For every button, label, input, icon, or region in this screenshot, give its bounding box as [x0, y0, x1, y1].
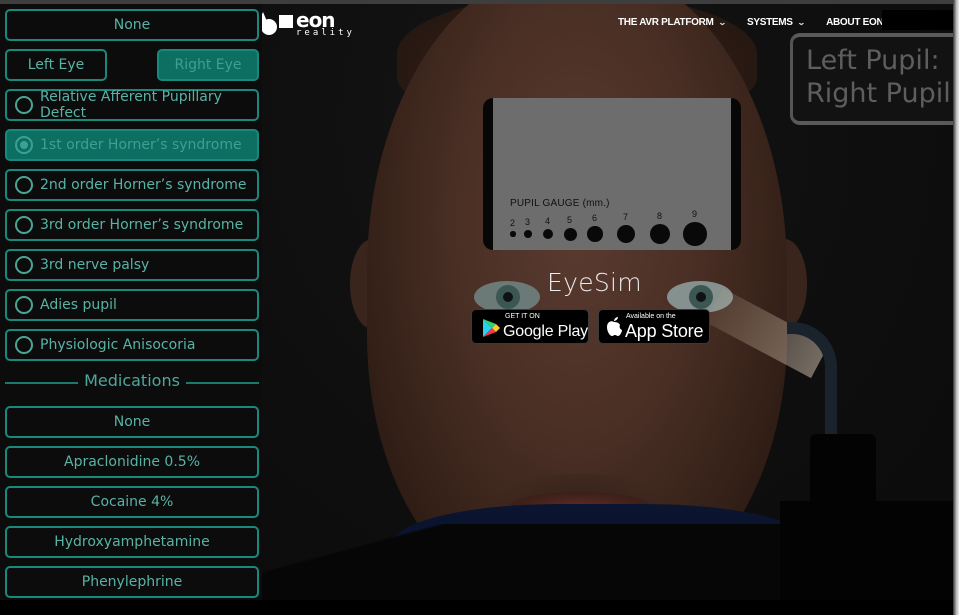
- google-play-icon: [483, 319, 500, 337]
- radio-unselected-icon[interactable]: [15, 96, 33, 114]
- condition-label: 3rd nerve palsy: [40, 257, 150, 273]
- condition-label: Relative Afferent Pupillary Defect: [40, 89, 222, 121]
- gauge-dot: [510, 231, 516, 237]
- nav-systems[interactable]: SYSTEMS ⌄: [746, 17, 806, 28]
- app-title: EyeSim: [547, 268, 642, 297]
- button-label: None: [113, 17, 151, 33]
- gauge-dot: [587, 226, 603, 242]
- nav-label: THE AVR PLATFORM: [618, 17, 714, 28]
- pupil-gauge-title: PUPIL GAUGE (mm.): [510, 198, 610, 209]
- gauge-dot-label: 3: [525, 217, 531, 228]
- medication-button[interactable]: Phenylephrine: [5, 566, 259, 598]
- left-eye-button[interactable]: Left Eye: [5, 49, 107, 81]
- medication-label: None: [113, 414, 151, 430]
- gauge-dot-label: 5: [567, 214, 573, 225]
- condition-label: Physiologic Anisocoria: [40, 337, 196, 353]
- google-play-badge[interactable]: GET IT ON Google Play: [471, 309, 589, 344]
- radio-selected-icon[interactable]: [15, 136, 33, 154]
- app-window: PUPIL GAUGE (mm.) 23 4 5 6 7 8 9 eon reality T…: [0, 0, 959, 615]
- button-label: Left Eye: [27, 57, 85, 73]
- control-panel: None Left Eye Right Eye Relative Afferen…: [0, 4, 262, 600]
- radio-unselected-icon[interactable]: [15, 336, 33, 354]
- top-navigation: THE AVR PLATFORM ⌄ SYSTEMS ⌄ ABOUT EON ⌄: [618, 17, 896, 28]
- gauge-dot: [616, 224, 636, 244]
- penlight-base: [810, 434, 876, 504]
- medication-button[interactable]: Hydroxyamphetamine: [5, 526, 259, 558]
- google-play-big-text: Google Play: [503, 323, 588, 340]
- gauge-dot-label: 2: [510, 218, 516, 229]
- gauge-dot-label: 6: [592, 213, 598, 224]
- condition-option[interactable]: 3rd order Horner’s syndrome: [5, 209, 259, 241]
- chevron-down-icon: ⌄: [796, 18, 806, 27]
- medications-heading: Medications: [5, 371, 259, 390]
- google-play-small-text: GET IT ON: [505, 313, 540, 320]
- penlight-arm[interactable]: [787, 322, 837, 452]
- radio-unselected-icon[interactable]: [15, 176, 33, 194]
- logo-subtitle: reality: [296, 28, 355, 38]
- condition-option[interactable]: Relative Afferent Pupillary Defect: [5, 89, 259, 121]
- condition-label: 3rd order Horner’s syndrome: [40, 217, 244, 233]
- apple-icon: [607, 317, 622, 336]
- condition-label: 2nd order Horner’s syndrome: [40, 177, 247, 193]
- gauge-dot-label: 7: [623, 211, 629, 222]
- condition-option[interactable]: Adies pupil: [5, 289, 259, 321]
- radio-unselected-icon[interactable]: [15, 216, 33, 234]
- button-label: Right Eye: [174, 57, 242, 73]
- medication-label: Hydroxyamphetamine: [54, 534, 210, 550]
- app-store-badge[interactable]: Available on the App Store: [598, 309, 710, 344]
- gauge-dot: [542, 228, 554, 240]
- gauge-dot-label: 4: [545, 215, 551, 226]
- app-store-small-text: Available on the: [626, 313, 676, 320]
- gauge-dot: [649, 223, 671, 245]
- medication-button[interactable]: Apraclonidine 0.5%: [5, 446, 259, 478]
- gauge-dot: [524, 230, 532, 238]
- penlight-stand: [780, 501, 954, 600]
- condition-label: 1st order Horner’s syndrome: [40, 137, 242, 153]
- nav-label: SYSTEMS: [746, 17, 793, 28]
- condition-option[interactable]: 1st order Horner’s syndrome: [5, 129, 259, 161]
- medication-label: Cocaine 4%: [90, 494, 174, 510]
- eon-reality-logo[interactable]: eon reality: [253, 8, 352, 40]
- nav-avr-platform[interactable]: THE AVR PLATFORM ⌄: [618, 17, 727, 28]
- radio-unselected-icon[interactable]: [15, 256, 33, 274]
- radio-unselected-icon[interactable]: [15, 296, 33, 314]
- right-eye-button[interactable]: Right Eye: [157, 49, 259, 81]
- pupil-readout-panel: Left Pupil: Right Pupil: [790, 33, 959, 125]
- gauge-dot-label: 9: [692, 209, 698, 220]
- medication-label: Phenylephrine: [81, 574, 183, 590]
- condition-label: Adies pupil: [40, 297, 117, 313]
- nav-label: ABOUT EON: [826, 17, 884, 28]
- medications-divider: Medications: [5, 371, 259, 390]
- medication-button[interactable]: Cocaine 4%: [5, 486, 259, 518]
- condition-option[interactable]: 3rd nerve palsy: [5, 249, 259, 281]
- pupil-gauge-card: PUPIL GAUGE (mm.) 23 4 5 6 7 8 9: [483, 98, 741, 250]
- condition-option[interactable]: Physiologic Anisocoria: [5, 329, 259, 361]
- medication-label: Apraclonidine 0.5%: [64, 454, 200, 470]
- medication-button[interactable]: None: [5, 406, 259, 438]
- chevron-down-icon: ⌄: [717, 18, 727, 27]
- right-pupil-readout: Right Pupil: [806, 78, 951, 109]
- gauge-dot-label: 8: [657, 210, 663, 221]
- condition-option[interactable]: 2nd order Horner’s syndrome: [5, 169, 259, 201]
- left-pupil-readout: Left Pupil:: [806, 45, 940, 76]
- gauge-dot: [563, 227, 577, 241]
- window-bottom-bar: [0, 600, 953, 615]
- nav-blank-area: [882, 10, 954, 30]
- gauge-dot: [683, 222, 707, 246]
- window-right-edge: [953, 0, 959, 615]
- condition-none-button[interactable]: None: [5, 9, 259, 41]
- app-store-big-text: App Store: [625, 321, 704, 341]
